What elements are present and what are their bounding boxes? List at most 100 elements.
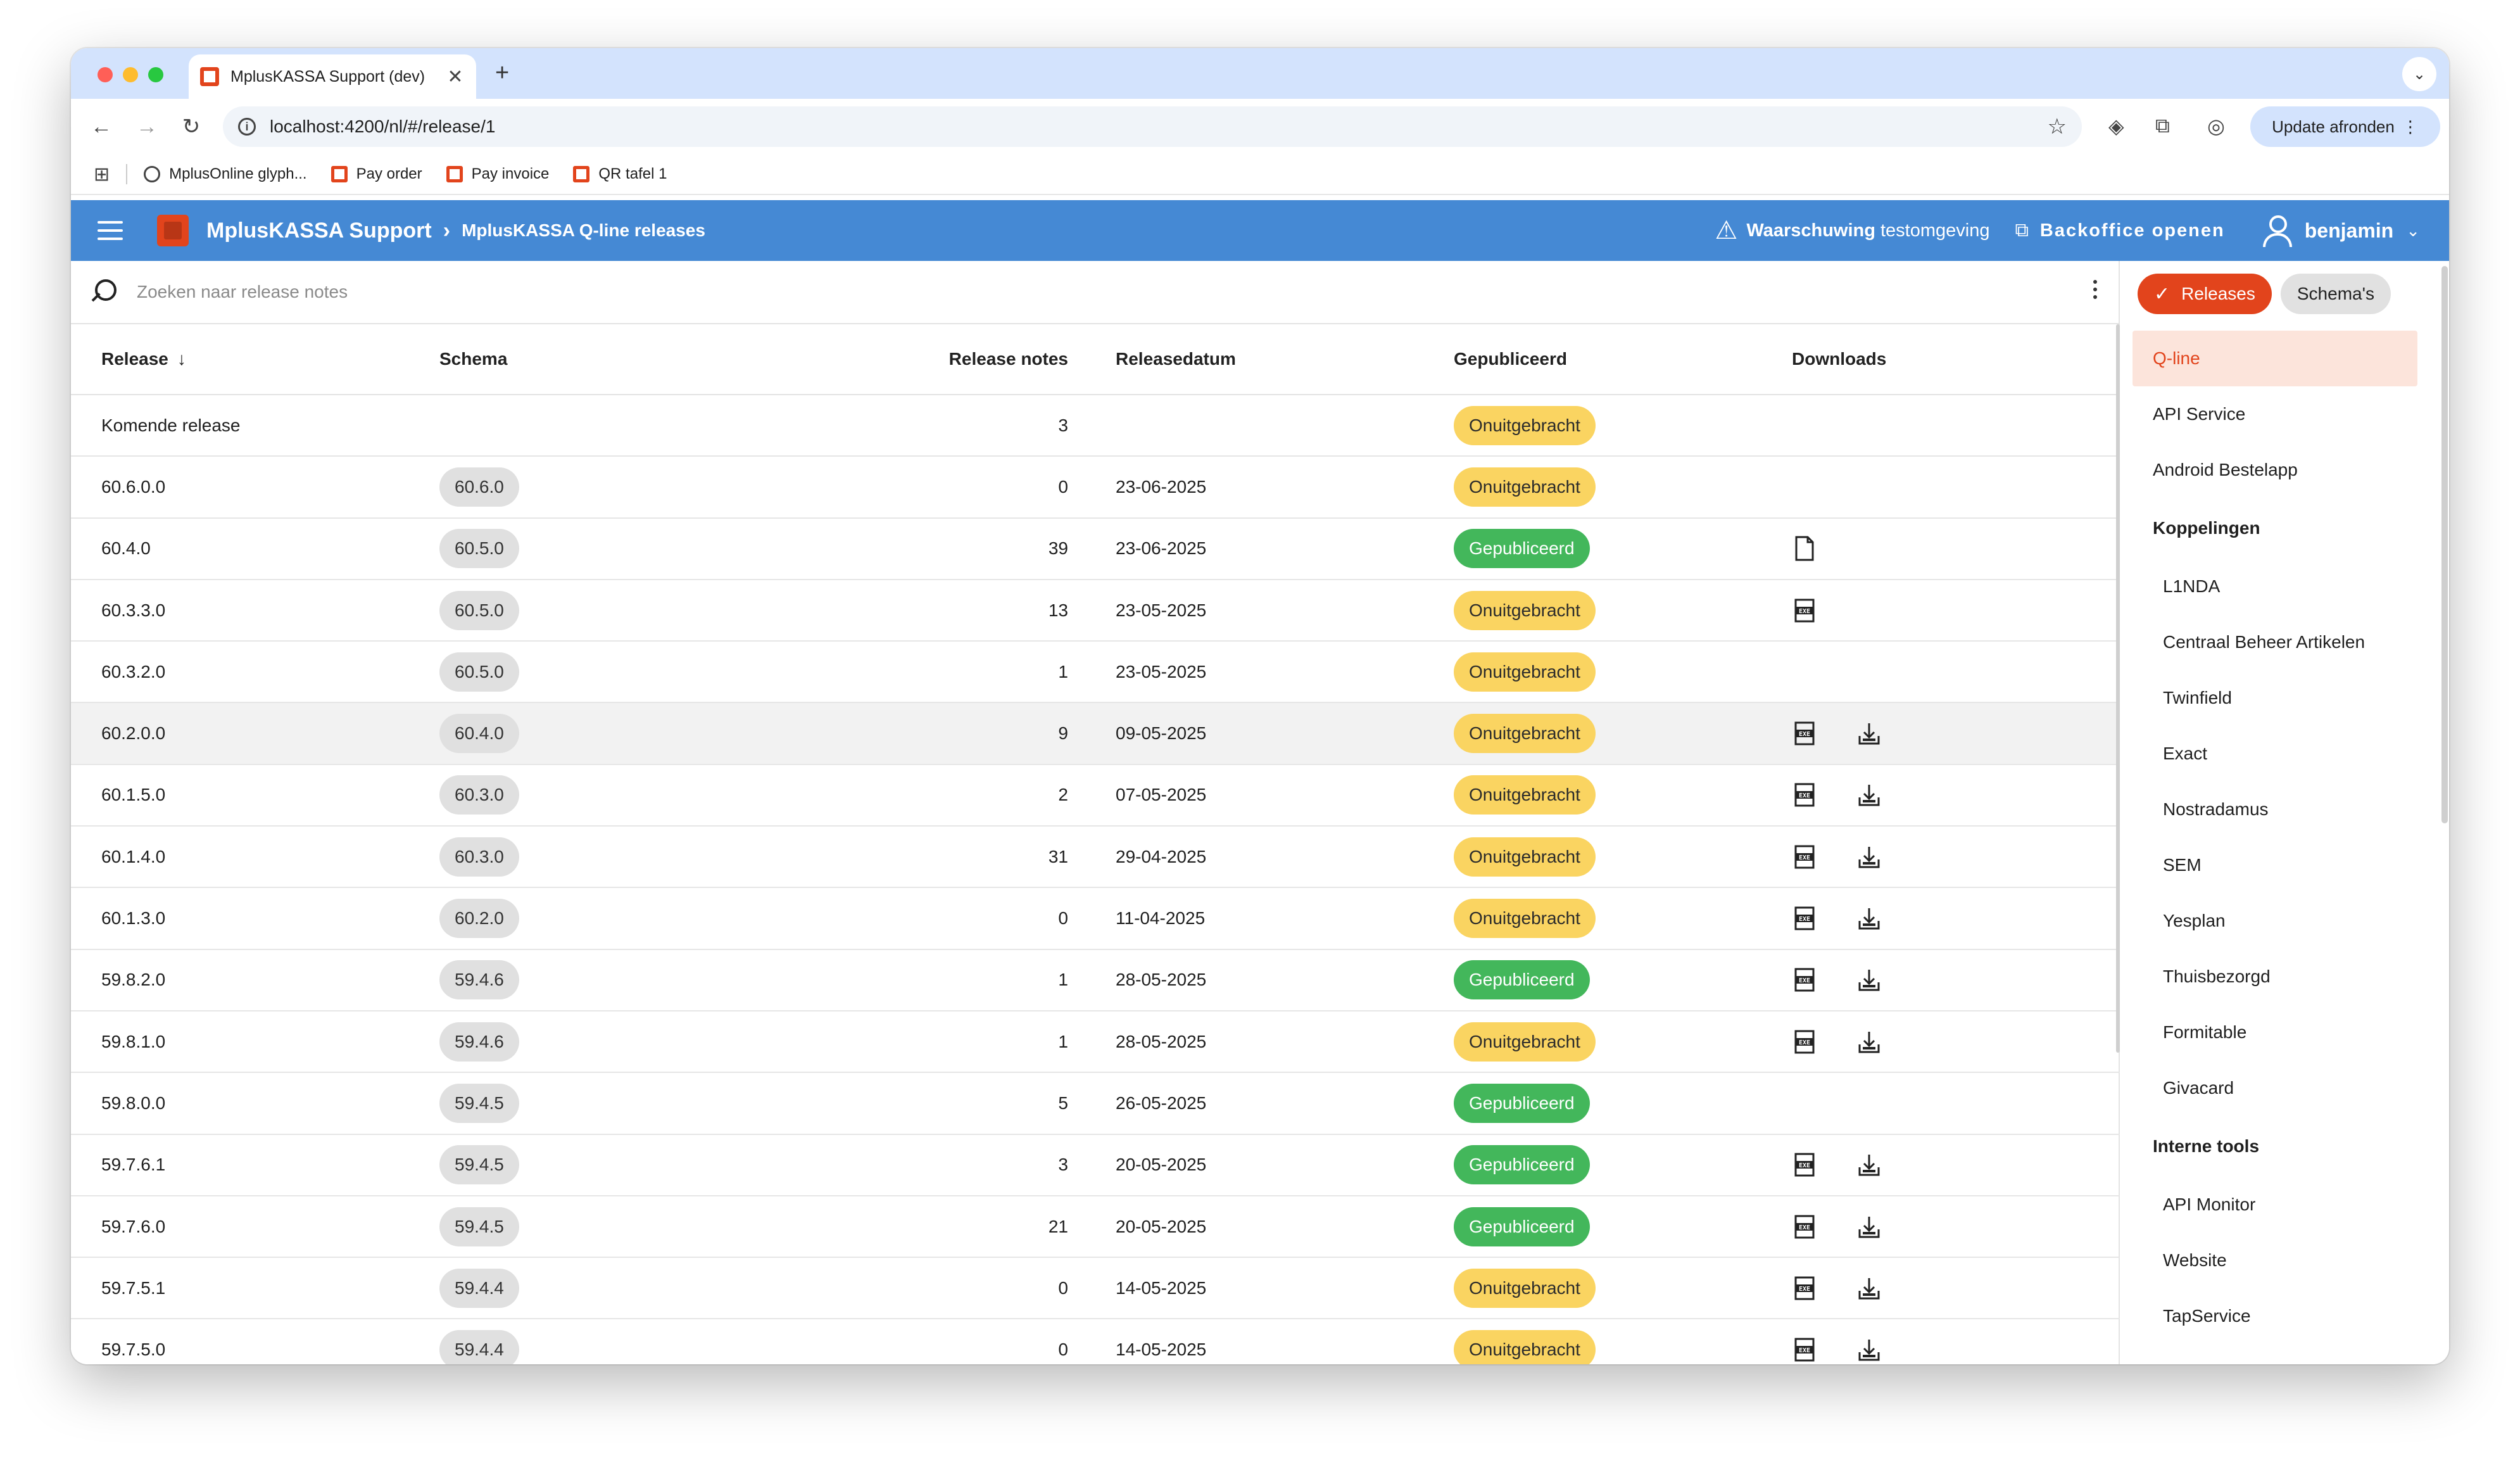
table-row[interactable]: 60.1.3.0 60.2.0 0 11-04-2025 Onuitgebracht EX… [71,888,2120,950]
exe-download-icon[interactable]: EXE [1792,1274,1817,1302]
exe-download-icon[interactable]: EXE [1792,597,1817,624]
table-row[interactable]: 60.1.5.0 60.3.0 2 07-05-2025 Onuitgebracht EX… [71,765,2120,827]
exe-download-icon[interactable]: EXE [1792,1336,1817,1364]
chevron-down-icon[interactable]: ⌄ [2406,221,2420,241]
sidebar-item-l1nda[interactable]: L1NDA [2133,559,2417,614]
installer-download-icon[interactable] [1856,1151,1882,1179]
exe-download-icon[interactable]: EXE [1792,843,1817,871]
sidebar-item-tapservice[interactable]: TapService [2133,1288,2417,1344]
schema-chip[interactable]: 60.6.0 [439,467,519,507]
tab-search-icon[interactable]: ⌄ [2402,57,2436,91]
bookmark-star-icon[interactable]: ☆ [2048,114,2067,139]
address-bar[interactable]: i localhost:4200/nl/#/release/1 ☆ [223,106,2082,147]
installer-download-icon[interactable] [1856,966,1882,994]
schema-chip[interactable]: 59.4.4 [439,1268,519,1308]
new-tab-icon[interactable]: + [495,60,509,87]
more-options-icon[interactable] [2093,280,2097,299]
browser-tab[interactable]: MplusKASSA Support (dev) ✕ [189,54,476,99]
exe-download-icon[interactable]: EXE [1792,904,1817,932]
table-row[interactable]: 59.7.5.0 59.4.4 0 14-05-2025 Onuitgebracht EX… [71,1319,2120,1364]
maximize-window-button[interactable] [148,67,163,82]
user-icon[interactable] [2262,215,2292,247]
exe-download-icon[interactable]: EXE [1792,1028,1817,1056]
exe-download-icon[interactable]: EXE [1792,719,1817,747]
exe-download-icon[interactable]: EXE [1792,781,1817,809]
bookmark-mplusonline[interactable]: MplusOnline glyph... [144,165,307,183]
schema-chip[interactable]: 59.4.6 [439,960,519,1000]
table-row[interactable]: 59.7.6.0 59.4.5 21 20-05-2025 Gepubliceerd EX… [71,1196,2120,1258]
installer-download-icon[interactable] [1856,781,1882,809]
profile-icon[interactable]: ◎ [2207,114,2225,138]
installer-download-icon[interactable] [1856,1336,1882,1364]
schema-chip[interactable]: 60.2.0 [439,899,519,939]
search-input[interactable] [137,282,1910,302]
sidebar-item-centraal-beheer-artikelen[interactable]: Centraal Beheer Artikelen [2133,614,2417,670]
apps-grid-icon[interactable]: ⊞ [94,163,110,186]
table-row[interactable]: 59.8.1.0 59.4.6 1 28-05-2025 Onuitgebracht EX… [71,1011,2120,1074]
minimize-window-button[interactable] [123,67,138,82]
sidebar-item-android-bestelapp[interactable]: Android Bestelapp [2133,442,2417,498]
schema-chip[interactable]: 60.5.0 [439,652,519,692]
bookmark-pay-invoice[interactable]: Pay invoice [446,165,549,183]
installer-download-icon[interactable] [1856,719,1882,747]
sidebar-item-api-monitor[interactable]: API Monitor [2133,1177,2417,1233]
update-button[interactable]: Update afronden ⋮ [2250,106,2440,147]
schema-chip[interactable]: 60.4.0 [439,714,519,754]
exe-download-icon[interactable]: EXE [1792,1151,1817,1179]
sidebar-item-givacard[interactable]: Givacard [2133,1060,2417,1116]
close-tab-icon[interactable]: ✕ [446,66,465,88]
app-title[interactable]: MplusKASSA Support [206,219,432,243]
forward-arrow-icon[interactable]: → [130,110,163,143]
reload-icon[interactable]: ↻ [175,110,208,143]
schema-chip[interactable]: 60.5.0 [439,590,519,630]
sidebar-item-exact[interactable]: Exact [2133,726,2417,782]
column-release[interactable]: Release ↓ [101,349,186,369]
schema-chip[interactable]: 59.4.4 [439,1330,519,1364]
exe-download-icon[interactable]: EXE [1792,966,1817,994]
sidebar-item-sem[interactable]: SEM [2133,837,2417,893]
back-arrow-icon[interactable]: ← [85,110,118,143]
sidebar-item-api-service[interactable]: API Service [2133,386,2417,442]
file-download-icon[interactable] [1792,535,1817,562]
table-row[interactable]: 60.2.0.0 60.4.0 9 09-05-2025 Onuitgebracht EX… [71,703,2120,765]
table-row[interactable]: 59.7.5.1 59.4.4 0 14-05-2025 Onuitgebracht EX… [71,1258,2120,1320]
backoffice-link[interactable]: Backoffice openen [2040,220,2225,241]
table-row[interactable]: 60.6.0.0 60.6.0 0 23-06-2025 Onuitgebracht [71,457,2120,519]
schema-chip[interactable]: 60.3.0 [439,837,519,877]
sidebar-item-q-line[interactable]: Q-line [2133,331,2417,386]
table-row[interactable]: Komende release 3 Onuitgebracht [71,395,2120,457]
table-row[interactable]: 60.3.3.0 60.5.0 13 23-05-2025 Onuitgebracht E… [71,580,2120,642]
schema-chip[interactable]: 60.5.0 [439,529,519,569]
sidebar-item-thuisbezorgd[interactable]: Thuisbezorgd [2133,949,2417,1005]
installer-download-icon[interactable] [1856,1274,1882,1302]
schema-chip[interactable]: 59.4.5 [439,1145,519,1185]
sidebar-scrollbar[interactable] [2441,266,2448,823]
table-row[interactable]: 60.3.2.0 60.5.0 1 23-05-2025 Onuitgebracht [71,642,2120,704]
bookmark-qr-tafel[interactable]: QR tafel 1 [573,165,667,183]
installer-download-icon[interactable] [1856,1213,1882,1241]
table-row[interactable]: 59.8.0.0 59.4.5 5 26-05-2025 Gepubliceerd [71,1073,2120,1135]
table-row[interactable]: 59.7.6.1 59.4.5 3 20-05-2025 Gepubliceerd EXE [71,1135,2120,1196]
sidebar-item-website[interactable]: Website [2133,1233,2417,1288]
installer-download-icon[interactable] [1856,843,1882,871]
installer-download-icon[interactable] [1856,1028,1882,1056]
toggle-schemas[interactable]: Schema's [2280,274,2391,314]
schema-chip[interactable]: 59.4.5 [439,1207,519,1246]
sidebar-item-twinfield[interactable]: Twinfield [2133,670,2417,726]
close-window-button[interactable] [98,67,113,82]
bookmark-pay-order[interactable]: Pay order [331,165,422,183]
installer-download-icon[interactable] [1856,904,1882,932]
sidebar-item-nostradamus[interactable]: Nostradamus [2133,782,2417,837]
table-row[interactable]: 59.8.2.0 59.4.6 1 28-05-2025 Gepubliceerd EXE [71,950,2120,1011]
table-scrollbar[interactable] [2116,324,2120,1053]
user-name[interactable]: benjamin [2305,219,2393,243]
site-info-icon[interactable]: i [238,118,256,136]
cast-icon[interactable]: ◈ [2108,114,2124,138]
schema-chip[interactable]: 59.4.5 [439,1083,519,1123]
exe-download-icon[interactable]: EXE [1792,1213,1817,1241]
schema-chip[interactable]: 59.4.6 [439,1022,519,1062]
table-row[interactable]: 60.4.0 60.5.0 39 23-06-2025 Gepubliceerd [71,519,2120,580]
schema-chip[interactable]: 60.3.0 [439,775,519,815]
toggle-releases[interactable]: ✓ Releases [2138,274,2272,314]
table-row[interactable]: 60.1.4.0 60.3.0 31 29-04-2025 Onuitgebracht E… [71,827,2120,889]
